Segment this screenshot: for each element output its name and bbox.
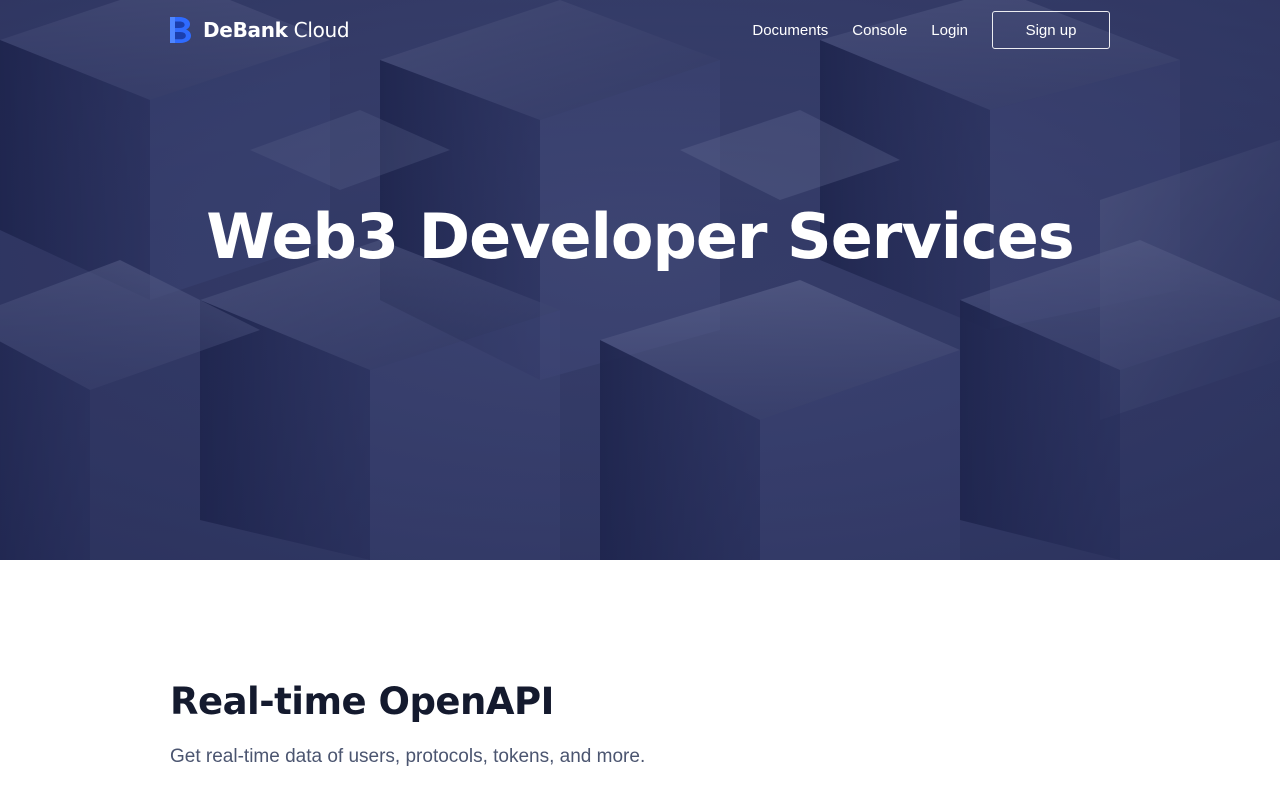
section-subtitle: Get real-time data of users, protocols, …	[170, 746, 646, 767]
section-title: Real-time OpenAPI	[170, 680, 554, 723]
nav-console-link[interactable]: Console	[852, 22, 907, 39]
top-navbar: DeBank Cloud Documents Console Login Sig…	[0, 0, 1280, 60]
brand-suffix: Cloud	[293, 18, 350, 42]
nav-login-link[interactable]: Login	[931, 22, 968, 39]
hero-section: DeBank Cloud Documents Console Login Sig…	[0, 0, 1280, 560]
brand-name: DeBank	[203, 18, 288, 42]
hero-title: Web3 Developer Services	[206, 200, 1074, 273]
hero-background-image	[0, 0, 1280, 560]
brand-logo[interactable]: DeBank Cloud	[170, 17, 350, 43]
nav-documents-link[interactable]: Documents	[752, 22, 828, 39]
debank-logo-icon	[170, 17, 191, 43]
main-nav: Documents Console Login Sign up	[752, 10, 1110, 50]
signup-button[interactable]: Sign up	[992, 11, 1110, 49]
